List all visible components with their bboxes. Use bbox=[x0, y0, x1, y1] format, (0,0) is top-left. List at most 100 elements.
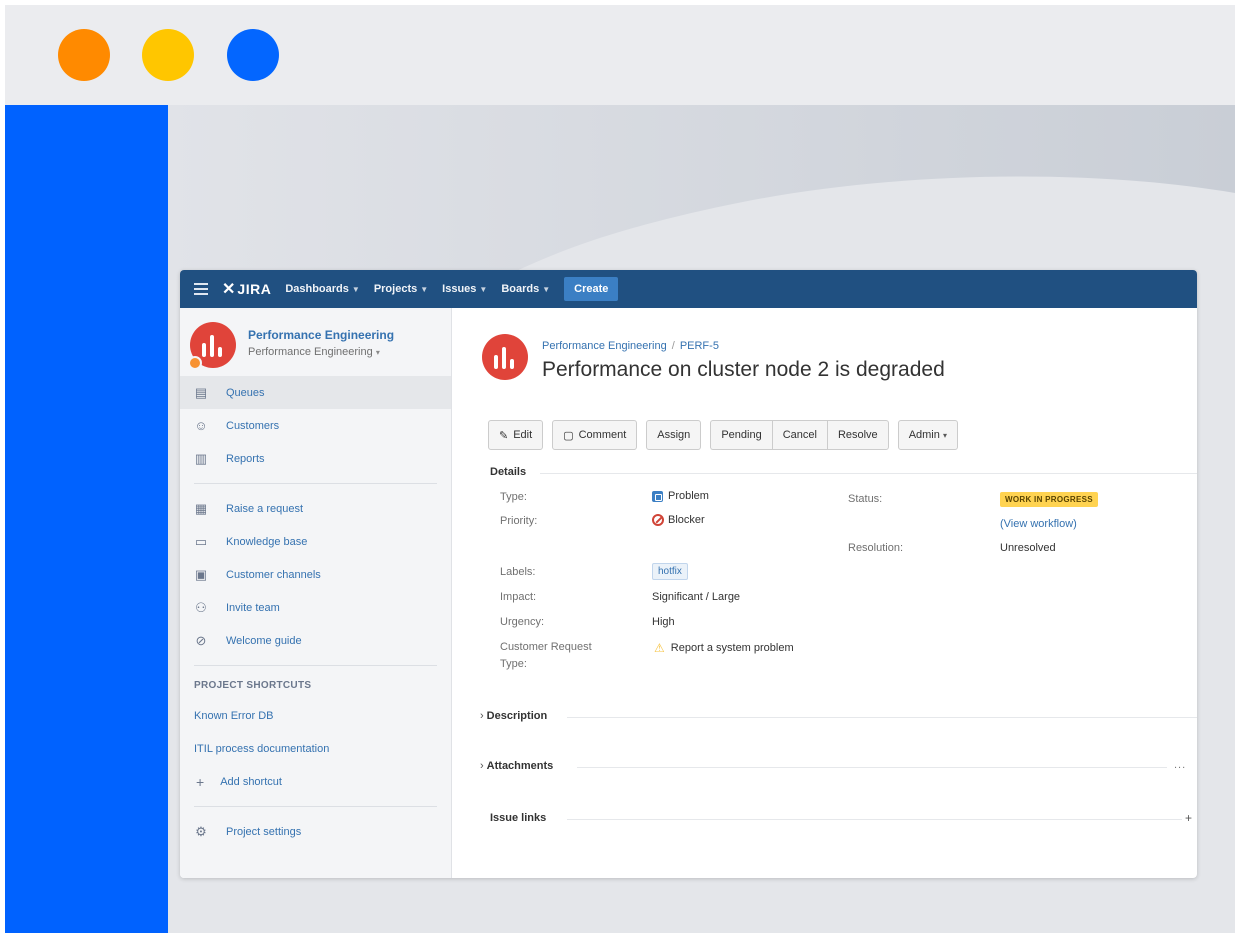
queues-icon: ▤ bbox=[194, 384, 208, 400]
chevron-down-icon: ▾ bbox=[375, 348, 380, 357]
sidebar-item-raise-request[interactable]: ▦ Raise a request bbox=[180, 492, 451, 525]
impact-value: Significant / Large bbox=[652, 591, 741, 603]
chevron-down-icon: ▼ bbox=[479, 284, 488, 294]
blue-dot-icon bbox=[227, 29, 279, 81]
create-button[interactable]: Create bbox=[564, 277, 619, 301]
shortcut-itil-docs[interactable]: ITIL process documentation bbox=[180, 732, 451, 765]
cancel-button[interactable]: Cancel bbox=[771, 420, 827, 450]
breadcrumb-issue-key[interactable]: PERF-5 bbox=[680, 340, 719, 352]
urgency-value: High bbox=[652, 616, 675, 628]
orange-dot-icon bbox=[58, 29, 110, 81]
sidebar-divider bbox=[194, 665, 437, 666]
type-label: Type: bbox=[500, 491, 527, 503]
labels-label: Labels: bbox=[500, 566, 536, 578]
project-name[interactable]: Performance Engineering bbox=[248, 328, 394, 342]
pencil-icon: ✎ bbox=[499, 429, 509, 442]
reports-icon: ▥ bbox=[194, 450, 208, 466]
project-shortcuts-heading: PROJECT SHORTCUTS bbox=[194, 680, 312, 691]
resolve-button[interactable]: Resolve bbox=[826, 420, 889, 450]
chevron-down-icon: ▾ bbox=[942, 430, 947, 440]
attachments-more-icon[interactable]: ... bbox=[1174, 759, 1186, 771]
project-avatar[interactable] bbox=[188, 322, 236, 370]
nav-boards[interactable]: Boards ▼ bbox=[501, 283, 550, 295]
assign-button[interactable]: Assign bbox=[646, 420, 702, 450]
customer-channels-icon: ▣ bbox=[194, 566, 208, 582]
sidebar-item-reports[interactable]: ▥ Reports bbox=[180, 442, 451, 475]
warning-icon: ⚠ bbox=[654, 641, 665, 655]
issue-project-avatar[interactable] bbox=[482, 334, 528, 380]
issue-links-heading: Issue links bbox=[490, 812, 547, 824]
project-header: Performance Engineering Performance Engi… bbox=[180, 308, 451, 376]
issue-links-divider bbox=[567, 819, 1182, 820]
problem-type-icon bbox=[652, 490, 663, 502]
attachments-toggle[interactable]: › Attachments bbox=[480, 760, 553, 772]
sidebar-item-project-settings[interactable]: ⚙ Project settings bbox=[180, 815, 451, 848]
sidebar-item-queues[interactable]: ▤ Queues bbox=[180, 376, 451, 409]
nav-dashboards[interactable]: Dashboards ▼ bbox=[285, 283, 360, 295]
sidebar-divider bbox=[194, 806, 437, 807]
customers-icon: ☺ bbox=[194, 418, 208, 433]
add-link-plus-icon[interactable]: + bbox=[1185, 811, 1192, 825]
sidebar-item-invite-team[interactable]: ⚇ Invite team bbox=[180, 591, 451, 624]
description-divider bbox=[567, 717, 1197, 718]
left-accent-bar bbox=[5, 105, 168, 933]
gear-icon: ⚙ bbox=[195, 823, 207, 839]
project-sidebar: Performance Engineering Performance Engi… bbox=[180, 308, 452, 878]
top-navbar: ✕ JIRA Dashboards ▼ Projects ▼ Issues ▼ Boa… bbox=[180, 270, 1197, 308]
plus-icon: + bbox=[196, 773, 205, 790]
issue-view: Performance Engineering / PERF-5 Performan… bbox=[452, 308, 1197, 878]
chevron-down-icon: ▼ bbox=[351, 284, 360, 294]
nav-issues[interactable]: Issues ▼ bbox=[442, 283, 487, 295]
type-value: Problem bbox=[652, 490, 709, 502]
sidebar-item-knowledge-base[interactable]: ▭ Knowledge base bbox=[180, 525, 451, 558]
service-desk-badge-icon bbox=[188, 356, 202, 370]
urgency-label: Urgency: bbox=[500, 616, 545, 628]
impact-label: Impact: bbox=[500, 591, 537, 603]
comment-button[interactable]: ▢ Comment bbox=[552, 420, 638, 450]
invite-team-icon: ⚇ bbox=[195, 599, 207, 615]
workflow-button-group: Pending Cancel Resolve bbox=[710, 420, 889, 450]
description-toggle[interactable]: › Description bbox=[480, 710, 547, 722]
resolution-label: Resolution: bbox=[848, 542, 904, 554]
project-selector[interactable]: Performance Engineering ▾ bbox=[248, 346, 394, 358]
priority-value: Blocker bbox=[652, 514, 705, 526]
sidebar-item-customers[interactable]: ☺ Customers bbox=[180, 409, 451, 442]
customer-request-type-label-2: Type: bbox=[500, 658, 527, 670]
chevron-right-icon: › bbox=[480, 710, 484, 722]
app-window: ✕ JIRA Dashboards ▼ Projects ▼ Issues ▼ Boa… bbox=[5, 5, 1235, 933]
status-badge: WORK IN PROGRESS bbox=[1000, 492, 1098, 507]
view-workflow-link[interactable]: (View workflow) bbox=[1000, 518, 1077, 530]
customer-request-type-value: ⚠ Report a system problem bbox=[654, 641, 794, 655]
chevron-down-icon: ▼ bbox=[420, 284, 429, 294]
admin-button[interactable]: Admin ▾ bbox=[897, 420, 958, 450]
issue-header: Performance Engineering / PERF-5 Performan… bbox=[452, 308, 1197, 382]
knowledge-base-icon: ▭ bbox=[194, 533, 208, 549]
shortcut-known-error-db[interactable]: Known Error DB bbox=[180, 699, 451, 732]
window-titlebar bbox=[5, 5, 1235, 105]
edit-button[interactable]: ✎ Edit bbox=[488, 420, 544, 450]
status-label: Status: bbox=[848, 493, 883, 505]
nav-projects[interactable]: Projects ▼ bbox=[374, 283, 428, 295]
jira-logo-icon: ✕ bbox=[222, 281, 236, 298]
breadcrumb-project[interactable]: Performance Engineering bbox=[542, 340, 667, 352]
attachments-divider bbox=[577, 767, 1167, 768]
bars-icon bbox=[202, 333, 222, 357]
customer-request-type-label: Customer Request bbox=[500, 641, 592, 653]
label-hotfix[interactable]: hotfix bbox=[652, 563, 688, 580]
comment-icon: ▢ bbox=[563, 429, 574, 442]
resolution-value: Unresolved bbox=[1000, 542, 1056, 554]
add-shortcut-button[interactable]: + Add shortcut bbox=[180, 765, 451, 798]
jira-window: ✕ JIRA Dashboards ▼ Projects ▼ Issues ▼ Boa… bbox=[180, 270, 1197, 878]
priority-label: Priority: bbox=[500, 515, 538, 527]
breadcrumb: Performance Engineering / PERF-5 bbox=[542, 340, 719, 352]
app-switcher-icon[interactable] bbox=[194, 283, 208, 295]
sidebar-item-welcome-guide[interactable]: ⊘ Welcome guide bbox=[180, 624, 451, 657]
sidebar-divider bbox=[194, 483, 437, 484]
compass-icon: ⊘ bbox=[195, 632, 207, 648]
blocker-priority-icon bbox=[652, 514, 664, 526]
pending-button[interactable]: Pending bbox=[710, 420, 772, 450]
issue-summary[interactable]: Performance on cluster node 2 is degrade… bbox=[542, 358, 945, 382]
sidebar-item-customer-channels[interactable]: ▣ Customer channels bbox=[180, 558, 451, 591]
jira-logo[interactable]: ✕ JIRA bbox=[222, 279, 271, 299]
details-heading: Details bbox=[490, 466, 527, 478]
